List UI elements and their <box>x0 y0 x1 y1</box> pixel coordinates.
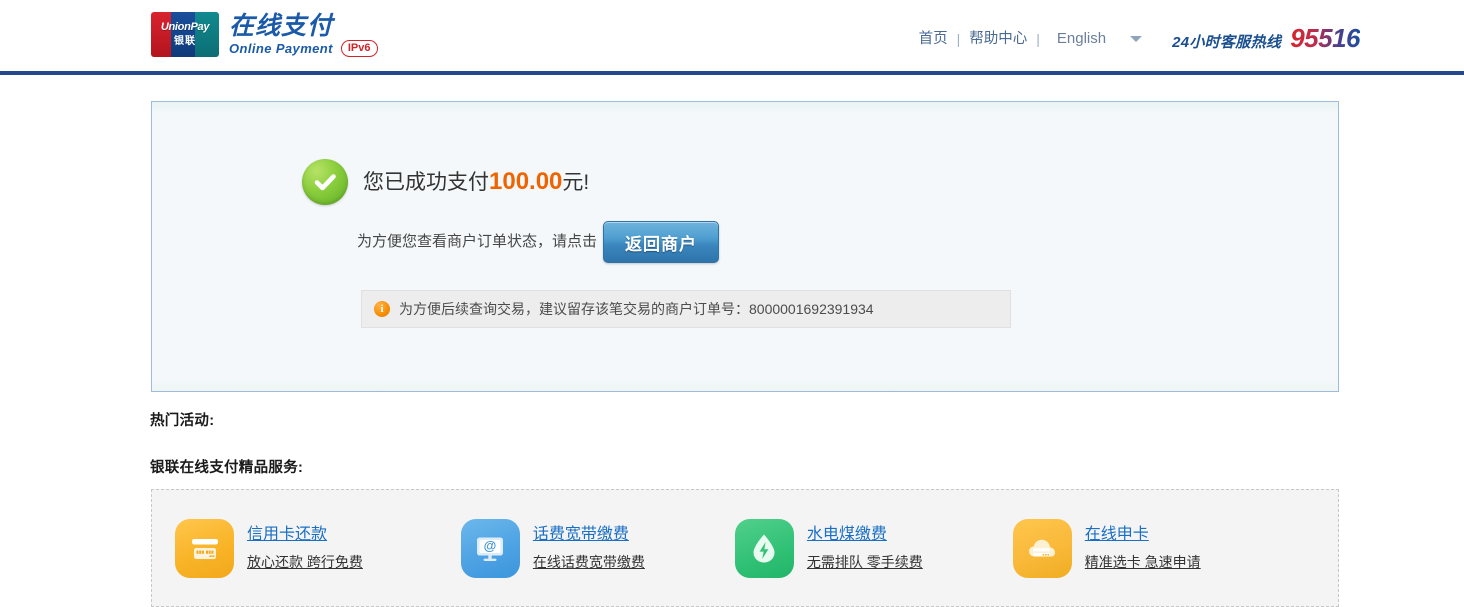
success-check-icon <box>302 159 348 205</box>
service-labels: 水电煤缴费 无需排队 零手续费 <box>807 524 923 572</box>
unionpay-logo[interactable]: UnionPay 银联 在线支付 Online Payment IPv6 <box>151 12 378 57</box>
order-number-notice: i 为方便后续查询交易，建议留存该笔交易的商户订单号：8000001692391… <box>361 290 1011 328</box>
service-subtitle-link[interactable]: 精准选卡 急速申请 <box>1085 553 1201 572</box>
service-hotline: 24小时客服热线 95516 <box>1172 23 1360 54</box>
header-navigation: 首页 | 帮助中心 | English 24小时客服热线 95516 <box>919 23 1361 54</box>
service-item-phone-broadband-payment[interactable]: @ 话费宽带缴费 在线话费宽带缴费 <box>460 518 645 578</box>
service-subtitle-link[interactable]: 在线话费宽带缴费 <box>533 553 645 572</box>
monitor-at-icon: @ <box>460 518 520 578</box>
success-message-row: 您已成功支付100.00元! <box>302 159 589 205</box>
premium-services-heading: 银联在线支付精品服务: <box>150 460 304 476</box>
service-item-online-card-application[interactable]: 在线申卡 精准选卡 急速申请 <box>1012 518 1201 578</box>
language-label: English <box>1056 29 1107 47</box>
service-title-link[interactable]: 在线申卡 <box>1085 524 1201 546</box>
return-merchant-prompt: 为方便您查看商户订单状态，请点击 <box>357 233 598 250</box>
order-number-notice-text: 为方便后续查询交易，建议留存该笔交易的商户订单号：800000169239193… <box>399 301 874 317</box>
premium-services-panel: 信用卡还款 放心还款 跨行免费 @ 话费宽带缴费 在线话费宽带缴费 水电煤缴费 … <box>151 489 1339 607</box>
success-prefix: 您已成功支付 <box>363 170 489 194</box>
hot-activities-heading: 热门活动: <box>150 413 215 429</box>
unionpay-logo-mark: UnionPay 银联 <box>151 12 219 57</box>
service-title-link[interactable]: 话费宽带缴费 <box>533 524 645 546</box>
nav-separator-2: | <box>1036 30 1040 47</box>
paid-amount: 100.00 <box>489 167 563 195</box>
success-suffix: 元! <box>562 170 590 194</box>
language-selector[interactable]: English <box>1056 29 1143 49</box>
service-labels: 信用卡还款 放心还款 跨行免费 <box>247 524 363 572</box>
hotline-number: 95516 <box>1290 23 1360 53</box>
chevron-down-icon <box>1130 35 1143 42</box>
logo-brand-cn: 银联 <box>174 36 196 47</box>
payment-result-card: 您已成功支付100.00元! 为方便您查看商户订单状态，请点击 返回商户 i 为… <box>151 101 1339 392</box>
info-icon: i <box>374 301 390 317</box>
success-message: 您已成功支付100.00元! <box>363 167 590 196</box>
service-labels: 在线申卡 精准选卡 急速申请 <box>1085 524 1201 572</box>
site-header: UnionPay 银联 在线支付 Online Payment IPv6 首页 … <box>0 0 1464 75</box>
service-subtitle-link[interactable]: 放心还款 跨行免费 <box>247 553 363 572</box>
hotline-label: 24小时客服热线 <box>1172 34 1282 51</box>
return-merchant-row: 为方便您查看商户订单状态，请点击 返回商户 <box>357 221 720 263</box>
service-subtitle-link[interactable]: 无需排队 零手续费 <box>807 553 923 572</box>
water-drop-bolt-icon <box>734 518 794 578</box>
service-item-utilities-payment[interactable]: 水电煤缴费 无需排队 零手续费 <box>734 518 923 578</box>
return-to-merchant-button[interactable]: 返回商户 <box>603 221 720 263</box>
logo-title-row: Online Payment IPv6 <box>229 40 378 57</box>
service-labels: 话费宽带缴费 在线话费宽带缴费 <box>533 524 645 572</box>
service-title-link[interactable]: 水电煤缴费 <box>807 524 923 546</box>
logo-wordmark: 在线支付 Online Payment IPv6 <box>229 12 378 57</box>
logo-stripe-blue <box>171 12 195 57</box>
nav-separator-1: | <box>956 30 961 47</box>
header-divider <box>0 71 1464 75</box>
cloud-card-icon <box>1012 518 1072 578</box>
service-item-credit-card-repayment[interactable]: 信用卡还款 放心还款 跨行免费 <box>175 518 363 578</box>
logo-stripe-teal <box>194 12 219 57</box>
service-title-link[interactable]: 信用卡还款 <box>247 524 363 546</box>
nav-home-link[interactable]: 首页 <box>919 29 948 49</box>
logo-title-en: Online Payment <box>229 41 333 56</box>
logo-stripe-red <box>151 12 172 57</box>
logo-brand-en: UnionPay <box>160 21 210 33</box>
nav-help-center-link[interactable]: 帮助中心 <box>969 29 1027 49</box>
credit-card-icon <box>175 518 234 578</box>
payment-result-page: UnionPay 银联 在线支付 Online Payment IPv6 首页 … <box>0 0 1464 607</box>
svg-text:@: @ <box>484 538 497 553</box>
logo-title-cn: 在线支付 <box>229 12 334 40</box>
ipv6-badge: IPv6 <box>340 40 378 57</box>
